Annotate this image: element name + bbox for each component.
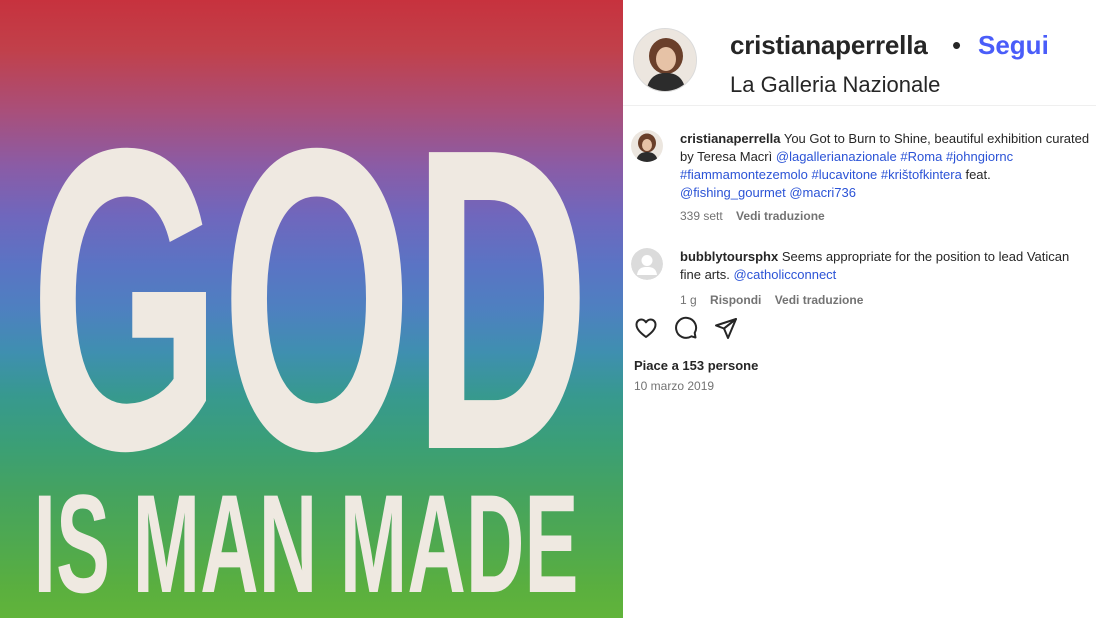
comment-avatar[interactable] [631,248,663,280]
comment-time[interactable]: 1 g [680,293,697,307]
caption-meta: 339 sett Vedi traduzione [680,209,835,223]
comment-translate-button[interactable]: Vedi traduzione [775,293,864,307]
post-date[interactable]: 10 marzo 2019 [634,379,714,393]
follow-button[interactable]: Segui [978,30,1049,61]
share-icon[interactable] [714,316,740,342]
post-header: cristianaperrella • Segui La Galleria Na… [623,0,1096,106]
post-image[interactable]: GOD IS MAN MADE [0,0,623,618]
hashtag-link[interactable]: #krištofkintera [881,167,962,182]
reply-button[interactable]: Rispondi [710,293,761,307]
comment-text: bubblytoursphx Seems appropriate for the… [680,248,1092,284]
likes-count[interactable]: Piace a 153 persone [634,358,758,373]
avatar-image [631,130,663,162]
caption-text-2: feat. [965,167,991,182]
post-image-artwork: GOD IS MAN MADE [30,60,590,618]
image-subline: IS MAN MADE [34,465,579,618]
mention-link[interactable]: @macri736 [789,185,856,200]
mention-link[interactable]: @lagallerianazionale [776,149,897,164]
hashtag-link[interactable]: #Roma [900,149,942,164]
hashtag-link[interactable]: #lucavitone [812,167,878,182]
comment-meta: 1 g Rispondi Vedi traduzione [680,293,873,307]
hashtag-link[interactable]: #johngiornc [946,149,1013,164]
mention-link[interactable]: @catholicconnect [733,267,836,282]
comment-icon[interactable] [674,316,700,342]
post-detail-panel: cristianaperrella • Segui La Galleria Na… [623,0,1096,618]
avatar[interactable] [633,28,697,92]
header-username[interactable]: cristianaperrella [730,30,928,61]
comment-username[interactable]: bubblytoursphx [680,249,778,264]
caption-time[interactable]: 339 sett [680,209,723,223]
caption-avatar[interactable] [631,130,663,162]
default-avatar-icon [631,248,663,280]
avatar-image [634,29,696,91]
mention-link[interactable]: @fishing_gourmet [680,185,786,200]
location-link[interactable]: La Galleria Nazionale [730,72,940,98]
caption-username[interactable]: cristianaperrella [680,131,780,146]
heart-icon[interactable] [634,316,660,342]
caption-text: cristianaperrella You Got to Burn to Shi… [680,130,1092,202]
header-separator: • [952,30,962,60]
caption-translate-button[interactable]: Vedi traduzione [736,209,825,223]
hashtag-link[interactable]: #fiammamontezemolo [680,167,808,182]
